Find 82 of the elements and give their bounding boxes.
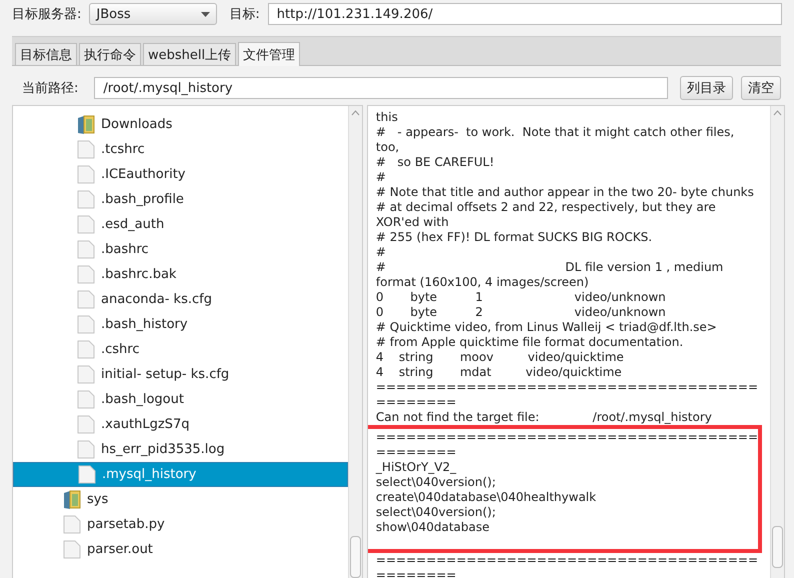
text-line: ======== <box>376 395 458 410</box>
tab[interactable]: webshell上传 <box>143 43 236 65</box>
file-icon <box>77 190 95 209</box>
file-icon <box>77 240 95 259</box>
text-line: show\040database <box>376 520 491 535</box>
tree-item[interactable]: parsetab.py <box>13 512 348 537</box>
tree-item[interactable]: sys <box>13 487 348 512</box>
target-label: 目标: <box>229 6 260 23</box>
text-line: # at decimal offsets 2 and 22, respectively, but they are <box>376 200 717 215</box>
tree-item[interactable]: anaconda- ks.cfg <box>13 287 348 312</box>
scrollbar-thumb[interactable] <box>772 526 783 568</box>
caret-icon <box>201 12 210 16</box>
tree-item[interactable]: .tcshrc <box>13 137 348 162</box>
text-line: select\040version(); <box>376 505 497 520</box>
tree-item[interactable]: .bash_logout <box>13 387 348 412</box>
tree-item[interactable]: initial- setup- ks.cfg <box>13 362 348 387</box>
tab[interactable]: 执行命令 <box>79 43 141 65</box>
tree-item[interactable]: parser.out <box>13 537 348 562</box>
path-field[interactable]: /root/.mysql_history <box>94 77 668 99</box>
text-line: 0 byte 1 video/unknown <box>376 290 667 305</box>
text-line: create\040database\040healthywalk <box>376 490 598 505</box>
tree-item[interactable]: .bashrc.bak <box>13 262 348 287</box>
tree-item[interactable]: .bash_history <box>13 312 348 337</box>
tree-item[interactable]: .bashrc <box>13 237 348 262</box>
file-icon <box>77 215 95 234</box>
path-label: 当前路径: <box>22 80 78 97</box>
file-icon <box>77 265 95 284</box>
tree-item[interactable]: .cshrc <box>13 337 348 362</box>
text-line: 4 string mdat video/quicktime <box>376 365 623 380</box>
file-icon <box>78 465 96 484</box>
tab[interactable]: 目标信息 <box>15 43 77 65</box>
text-line: select\040version(); <box>376 475 497 490</box>
text-line: ====================================== <box>376 553 759 568</box>
tree-item[interactable]: .bash_profile <box>13 187 348 212</box>
file-icon <box>77 390 95 409</box>
text-line: this <box>376 110 399 125</box>
tree-item[interactable]: Downloads <box>13 112 348 137</box>
file-icon <box>77 440 95 459</box>
text-line: 4 string moov video/quicktime <box>376 350 625 365</box>
scroll-up-icon <box>350 110 360 116</box>
text-line: format (160x100, 4 images/screen) <box>376 275 590 290</box>
text-line: # <box>376 170 387 185</box>
text-line: # DL file version 1 , medium <box>376 260 724 275</box>
scroll-up-icon <box>773 110 782 116</box>
target-field[interactable]: http://101.231.149.206/ <box>268 3 782 25</box>
folder-icon <box>77 114 95 134</box>
file-icon <box>77 340 95 359</box>
tree-item[interactable]: .xauthLgzS7q <box>13 412 348 437</box>
server-label: 目标服务器: <box>12 6 82 23</box>
tree-item[interactable]: .esd_auth <box>13 212 348 237</box>
text-line: ====================================== <box>376 430 758 445</box>
text-line: ======== <box>376 568 458 578</box>
file-icon <box>77 415 95 434</box>
text-line: Can not find the target file: /root/.mysql_history <box>376 410 713 425</box>
text-line: # 255 (hex FF)! DL format SUCKS BIG ROCKS. <box>376 230 654 245</box>
file-icon <box>77 315 95 334</box>
text-line: # - appears- to work. Note that it might catch other files, <box>376 125 736 140</box>
file-icon <box>77 165 95 184</box>
text-line: # so BE CAREFUL! <box>376 155 496 170</box>
text-line: # <box>376 245 387 260</box>
tree-item[interactable]: hs_err_pid3535.log <box>13 437 348 462</box>
file-icon <box>77 365 95 384</box>
text-line: # Quicktime video, from Linus Walleij < triad@df.lth.se> <box>376 320 718 335</box>
file-icon <box>63 540 81 559</box>
folder-icon <box>63 490 81 510</box>
text-line: ======== <box>376 445 458 460</box>
file-icon <box>77 140 95 159</box>
text-line: ====================================== <box>376 380 759 395</box>
text-line: # from Apple quicktime file format documentation. <box>376 335 684 350</box>
text-line: _HiStOrY_V2_ <box>376 460 458 475</box>
toolbar-button[interactable]: 列目录 <box>680 76 733 100</box>
toolbar-button[interactable]: 清空 <box>741 76 781 100</box>
tree-item[interactable]: .ICEauthority <box>13 162 348 187</box>
file-icon <box>77 290 95 309</box>
text-line: too, <box>376 140 400 155</box>
text-line: # Note that title and author appear in the two 20- byte chunks <box>376 185 755 200</box>
text-line: XOR'ed with <box>376 215 450 230</box>
scrollbar-thumb[interactable] <box>350 536 361 578</box>
file-icon <box>63 515 81 534</box>
server-dropdown[interactable]: JBoss <box>89 3 218 25</box>
tab[interactable]: 文件管理 <box>238 42 300 66</box>
text-line: 0 byte 2 video/unknown <box>376 305 667 320</box>
